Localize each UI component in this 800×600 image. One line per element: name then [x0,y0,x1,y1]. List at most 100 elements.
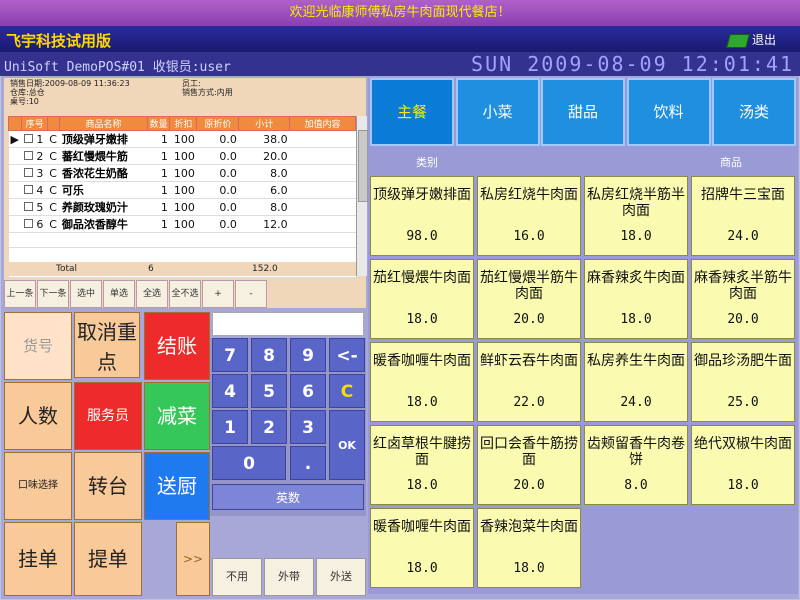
menu-item-button[interactable]: 麻香辣炙牛肉面 18.0 [584,259,688,339]
menu-item-button[interactable]: 红卤草根牛腱捞面 18.0 [370,425,474,505]
table-row[interactable]: ▶ 1 C 顶级弹牙嫩排 1 100 0.0 38.0 [8,130,356,148]
sale-method: 销售方式:内用 [182,88,233,97]
table-row[interactable]: 3 C 香浓花生奶酪 1 100 0.0 8.0 [8,164,356,182]
nav-button[interactable]: + [202,280,234,308]
menu-item-button[interactable]: 御品珍汤肥牛面 25.0 [691,342,795,422]
app-title: 飞宇科技试用版 [6,32,112,50]
cancel-highlight-button[interactable]: 取消重点 [74,312,140,378]
digit-key[interactable]: 0 [212,446,286,480]
menu-panel: 主餐 小菜 甜品 饮料 汤类 类别 商品 顶级弹牙嫩排面 98.0 私房红烧牛肉面 16.0 私… [368,78,798,594]
total-label: Total [56,264,78,274]
row-item-name: 顶级弹牙嫩排 [59,130,148,148]
menu-item-button[interactable]: 私房红烧牛肉面 16.0 [477,176,581,256]
row-item-name: 养颜玫瑰奶汁 [59,198,148,216]
keypad-input[interactable] [212,312,364,336]
remove-dish-button[interactable]: 减菜 [144,382,210,450]
category-tab[interactable]: 汤类 [712,78,796,146]
row-checkbox[interactable]: 1 [21,130,48,148]
backspace-key[interactable]: <- [329,338,365,372]
more-button[interactable]: >> [176,522,210,596]
row-orig-price: 0.0 [196,164,239,182]
row-qty: 1 [147,130,170,148]
digit-key[interactable]: 7 [212,338,248,372]
alphanumeric-button[interactable]: 英数 [212,484,364,510]
order-mode-button[interactable]: 外带 [264,558,314,596]
table-row[interactable]: 4 C 可乐 1 100 0.0 6.0 [8,181,356,199]
menu-item-button[interactable]: 麻香辣炙半筋牛肉面 20.0 [691,259,795,339]
digit-key[interactable]: . [290,446,326,480]
category-tab[interactable]: 主餐 [370,78,454,146]
nav-button[interactable]: 全不选 [169,280,201,308]
digit-key[interactable]: 1 [212,410,248,444]
menu-item-button[interactable]: 暖香咖喱牛肉面 18.0 [370,508,474,588]
hold-order-button[interactable]: 挂单 [4,522,72,596]
nav-button[interactable]: 全选 [136,280,168,308]
grid-header-cell: 原折价 [196,116,240,131]
row-checkbox[interactable]: 3 [21,164,48,182]
row-checkbox[interactable]: 5 [21,198,48,216]
digit-key[interactable]: 8 [251,338,287,372]
table-row[interactable]: 6 C 御品浓香醇牛 1 100 0.0 12.0 [8,215,356,233]
digit-key[interactable]: 3 [290,410,326,444]
digit-key[interactable]: 6 [290,374,326,408]
digit-key[interactable]: 5 [251,374,287,408]
category-tab[interactable]: 小菜 [455,78,540,146]
guest-count-button[interactable]: 人数 [4,382,72,450]
category-tab[interactable]: 甜品 [541,78,625,146]
empty-cell [147,247,170,263]
menu-item-button[interactable]: 香辣泡菜牛肉面 18.0 [477,508,581,588]
waiter-button[interactable]: 服务员 [74,382,142,450]
nav-button[interactable]: 选中 [70,280,102,308]
menu-item-price: 20.0 [513,478,545,493]
recall-order-button[interactable]: 提单 [74,522,142,596]
send-kitchen-button[interactable]: 送厨 [144,452,210,520]
menu-item-button[interactable]: 私房红烧半筋半肉面 18.0 [584,176,688,256]
item-code-button[interactable]: 货号 [4,312,72,380]
empty-cell [47,247,60,263]
order-grid[interactable]: 序号 商品名称 数量 折扣 原折价 小计 加值内容 ▶ 1 C 顶级弹牙嫩排 1 100 0.0 38.… [7,116,356,278]
row-checkbox[interactable]: 2 [21,147,48,165]
row-checkbox[interactable]: 4 [21,181,48,199]
ok-key[interactable]: OK [329,410,365,480]
category-tab[interactable]: 饮料 [626,78,711,146]
menu-item-name: 顶级弹牙嫩排面 [373,187,471,203]
order-mode-button[interactable]: 外送 [316,558,366,596]
menu-item-button[interactable]: 绝代双椒牛肉面 18.0 [691,425,795,505]
menu-item-button[interactable]: 回口会香牛筋捞面 20.0 [477,425,581,505]
menu-item-button[interactable]: 茄红慢煨半筋牛肉面 20.0 [477,259,581,339]
nav-button[interactable]: 下一条 [37,280,69,308]
nav-button[interactable]: 单选 [103,280,135,308]
order-mode-button[interactable]: 不用 [212,558,262,596]
menu-item-button[interactable]: 齿颊留香牛肉卷饼 8.0 [584,425,688,505]
menu-item-button[interactable]: 招牌牛三宝面 24.0 [691,176,795,256]
clear-key[interactable]: C [329,374,365,408]
menu-item-button[interactable]: 暖香咖喱牛肉面 18.0 [370,342,474,422]
order-scrollbar[interactable] [356,116,368,276]
row-checkbox[interactable]: 6 [21,215,48,233]
table-row[interactable]: 5 C 养颜玫瑰奶汁 1 100 0.0 8.0 [8,198,356,216]
exit-button[interactable]: 退出 [726,31,776,48]
menu-item-button[interactable]: 茄红慢煨牛肉面 18.0 [370,259,474,339]
menu-item-name: 私房红烧牛肉面 [480,187,578,203]
row-item-name: 可乐 [59,181,148,199]
digit-key[interactable]: 2 [251,410,287,444]
menu-item-button[interactable]: 鲜虾云吞牛肉面 22.0 [477,342,581,422]
scroll-thumb[interactable] [358,130,368,202]
menu-item-price: 24.0 [727,229,759,244]
nav-button[interactable]: - [235,280,267,308]
checkout-button[interactable]: 结账 [144,312,210,380]
table-row[interactable]: 2 C 蕃红慢煨牛筋 1 100 0.0 20.0 [8,147,356,165]
empty-cell [21,247,48,263]
grid-header-cell: 折扣 [169,116,198,131]
exit-icon [726,33,750,48]
nav-button[interactable]: 上一条 [4,280,36,308]
row-extra [289,130,356,148]
row-indicator [8,147,22,165]
digit-key[interactable]: 4 [212,374,248,408]
menu-item-name: 招牌牛三宝面 [701,187,785,203]
menu-item-button[interactable]: 私房养生牛肉面 24.0 [584,342,688,422]
menu-item-button[interactable]: 顶级弹牙嫩排面 98.0 [370,176,474,256]
transfer-table-button[interactable]: 转台 [74,452,142,520]
digit-key[interactable]: 9 [290,338,326,372]
flavor-select-button[interactable]: 口味选择 [4,452,72,520]
